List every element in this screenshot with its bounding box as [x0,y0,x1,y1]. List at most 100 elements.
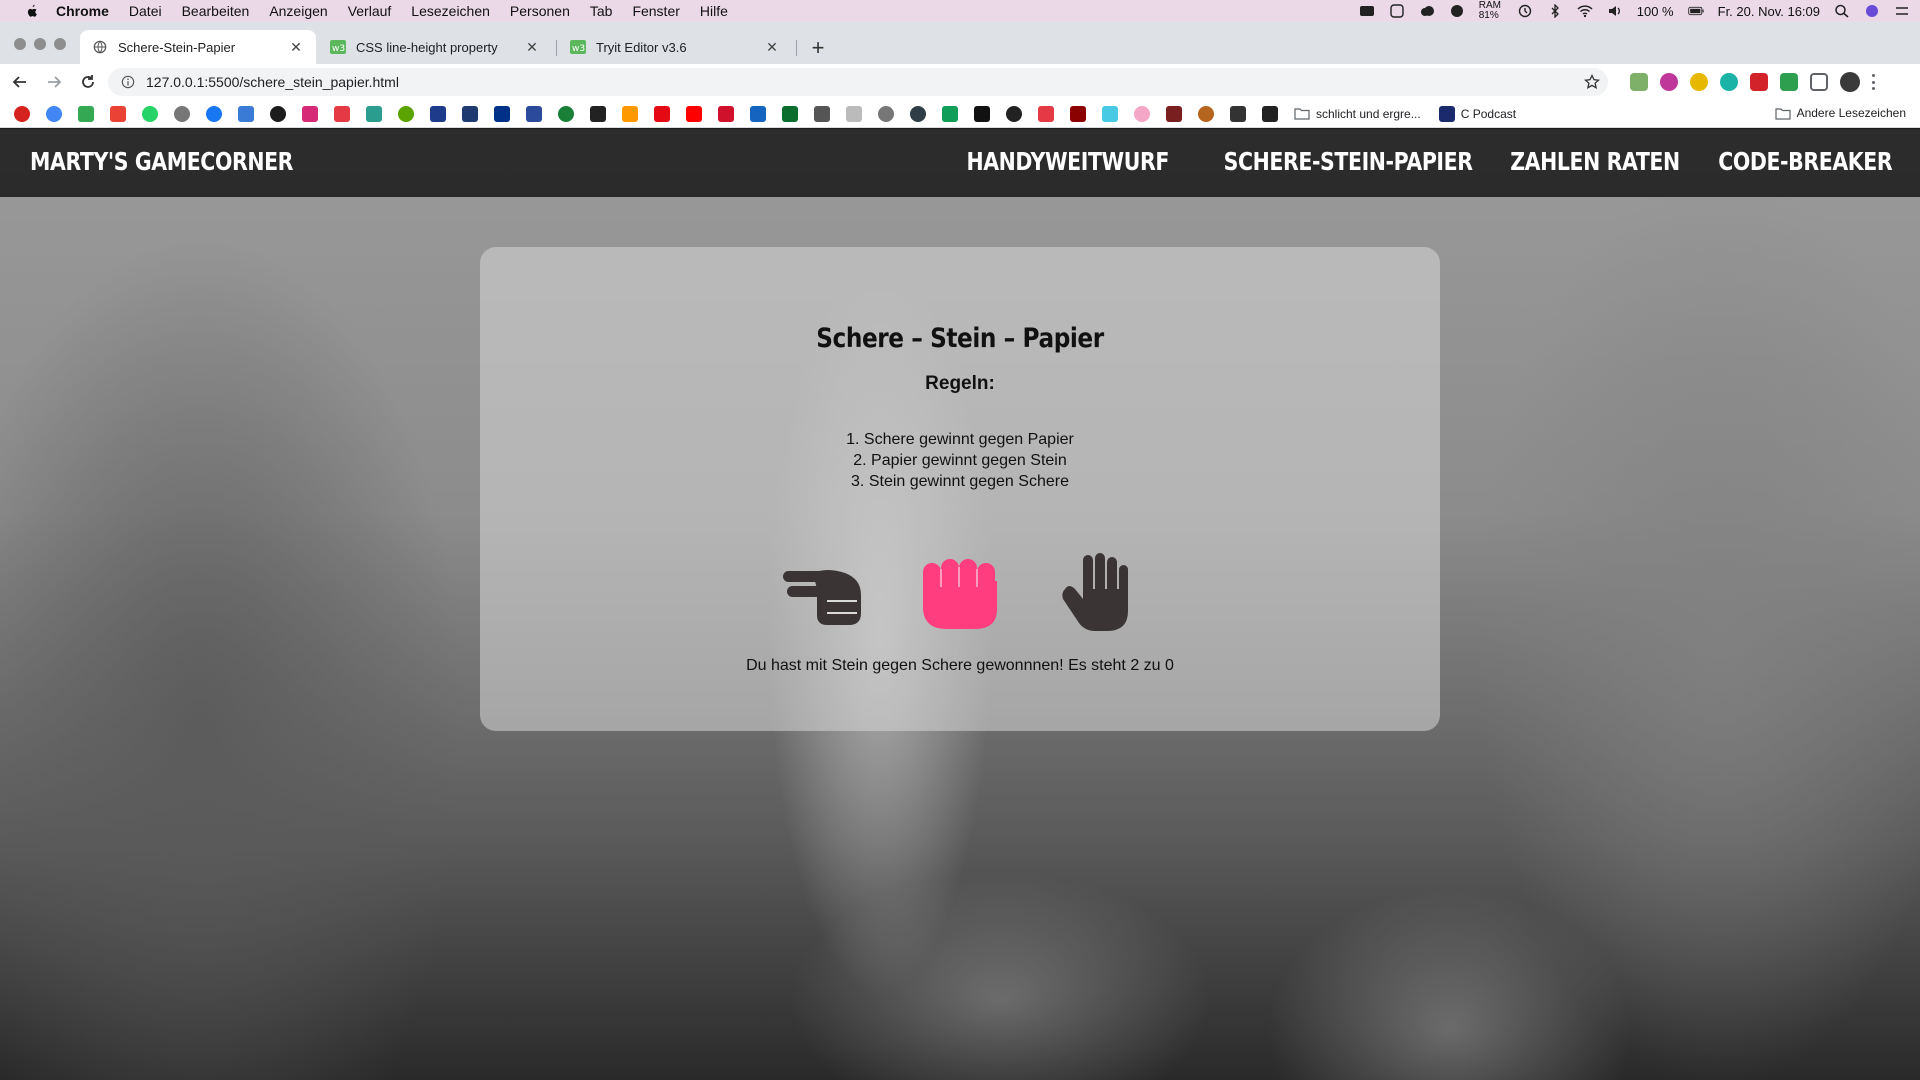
menu-tab[interactable]: Tab [590,3,613,19]
reload-icon[interactable] [74,68,102,96]
zoom-window-button[interactable] [54,38,66,50]
bookmark-goodreads-icon[interactable] [814,105,830,122]
clock[interactable]: Fr. 20. Nov. 16:09 [1718,4,1820,19]
screen-record-icon[interactable] [1359,4,1375,18]
bookmark-tumblr-icon[interactable] [270,105,286,122]
bookmark-infinity-icon[interactable] [750,105,766,122]
bookmark-we-icon[interactable] [974,105,990,122]
monitor-icon[interactable] [1449,4,1465,18]
more-menu-icon[interactable] [1872,74,1876,90]
bookmark-n-icon[interactable] [366,105,382,122]
menu-datei[interactable]: Datei [129,3,162,19]
bookmark-grid-icon[interactable] [526,105,542,122]
bookmark-maroon-icon[interactable] [1166,105,1182,122]
eyedropper-extension-icon[interactable] [1630,73,1648,91]
bookmark-link-icon[interactable] [238,105,254,122]
bookmark-drive-icon[interactable] [942,105,958,122]
bookmark-dark-red-icon[interactable] [1070,105,1086,122]
profile-avatar[interactable] [1840,72,1860,92]
cloud-icon[interactable] [1419,4,1435,18]
menu-bearbeiten[interactable]: Bearbeiten [182,3,250,19]
bookmark-swirl-icon[interactable] [398,105,414,122]
bookmark-star-icon[interactable] [1584,74,1600,90]
window-icon[interactable] [1389,4,1405,18]
nav-code-breaker[interactable]: CODE-BREAKER [1718,147,1892,176]
bookmark-apple-icon[interactable] [174,105,190,122]
bookmark-amazon-icon[interactable] [622,105,638,122]
bookmark-opera-icon[interactable] [14,105,30,122]
battery-percent[interactable]: 100 % [1637,4,1674,19]
m-extension-icon[interactable] [1720,73,1738,91]
address-bar[interactable]: 127.0.0.1:5500/schere_stein_papier.html [108,68,1608,96]
close-tab-icon[interactable]: ✕ [524,39,540,55]
bookmark-c-podcast[interactable]: C Podcast [1438,105,1516,122]
menu-personen[interactable]: Personen [510,3,570,19]
close-window-button[interactable] [14,38,26,50]
bluetooth-icon[interactable] [1547,4,1563,18]
new-tab-button[interactable]: + [806,35,830,60]
ram-indicator[interactable]: RAM 81% [1479,1,1503,21]
bookmark-facebook-icon[interactable] [206,105,222,122]
other-bookmarks[interactable]: Andere Lesezeichen [1774,106,1906,120]
menu-lesezeichen[interactable]: Lesezeichen [411,3,490,19]
rock-button[interactable] [917,549,1003,635]
puzzle-extensions-icon[interactable] [1810,73,1828,91]
bookmark-maps-icon[interactable] [78,105,94,122]
volume-icon[interactable] [1607,4,1623,18]
bookmark-cyan-icon[interactable] [1102,105,1118,122]
bookmark-gmail-icon[interactable] [110,105,126,122]
close-tab-icon[interactable]: ✕ [764,39,780,55]
bookmark-blue-square-icon[interactable] [430,105,446,122]
bookmark-dark-circle-icon[interactable] [910,105,926,122]
bookmark-instagram-icon[interactable] [302,105,318,122]
bookmark-chart-icon[interactable] [590,105,606,122]
bookmark-netflix-icon[interactable] [654,105,670,122]
menu-fenster[interactable]: Fenster [632,3,679,19]
menu-hilfe[interactable]: Hilfe [700,3,728,19]
minimize-window-button[interactable] [34,38,46,50]
shield-extension-icon[interactable] [1780,73,1798,91]
bookmark-folder-schlicht[interactable]: schlicht und ergre... [1294,107,1421,121]
scissors-button[interactable] [779,549,865,635]
bookmark-diamond-icon[interactable] [1230,105,1246,122]
close-tab-icon[interactable]: ✕ [288,39,304,55]
menu-verlauf[interactable]: Verlauf [348,3,392,19]
tab-tryit-editor[interactable]: w3 Tryit Editor v3.6 ✕ [558,30,792,64]
apple-logo-icon[interactable] [24,3,40,19]
bookmark-camera-icon[interactable] [782,105,798,122]
nav-handyweitwurf[interactable]: HANDYWEITWURF [967,147,1170,176]
spotlight-search-icon[interactable] [1834,4,1850,18]
bookmark-paypal-icon[interactable] [494,105,510,122]
bookmark-youtube-icon[interactable] [686,105,702,122]
color-extension-icon[interactable] [1660,73,1678,91]
bookmark-brown-icon[interactable] [1198,105,1214,122]
menu-anzeigen[interactable]: Anzeigen [269,3,327,19]
site-brand[interactable]: MARTY'S GAMECORNER [30,147,293,176]
bookmark-sk-icon[interactable] [1006,105,1022,122]
menu-app-name[interactable]: Chrome [56,3,109,19]
video-extension-icon[interactable] [1750,73,1768,91]
wifi-icon[interactable] [1577,4,1593,18]
forward-arrow-icon[interactable] [40,68,68,96]
bookmark-flame-icon[interactable] [334,105,350,122]
battery-icon[interactable] [1687,4,1704,18]
url-text[interactable]: 127.0.0.1:5500/schere_stein_papier.html [146,74,399,90]
time-machine-icon[interactable] [1517,4,1533,18]
nav-zahlen-raten[interactable]: ZAHLEN RATEN [1510,147,1680,176]
control-center-icon[interactable] [1894,4,1910,18]
bookmark-whatsapp-icon[interactable] [142,105,158,122]
bookmark-p-icon[interactable] [718,105,734,122]
bookmark-news-icon[interactable] [462,105,478,122]
chrome-extension-icon[interactable] [1690,73,1708,91]
tab-css-line-height[interactable]: w3 CSS line-height property ✕ [318,30,552,64]
bookmark-pink-icon[interactable] [1134,105,1150,122]
bookmark-google-icon[interactable] [46,105,62,122]
bookmark-grey-icon[interactable] [846,105,862,122]
siri-icon[interactable] [1864,4,1880,18]
bookmark-trophy-icon[interactable] [1262,105,1278,122]
paper-button[interactable] [1055,549,1141,635]
nav-schere-stein-papier[interactable]: SCHERE-STEIN-PAPIER [1224,147,1473,176]
bookmark-red-scribble-icon[interactable] [1038,105,1054,122]
back-arrow-icon[interactable] [6,68,34,96]
tab-schere-stein-papier[interactable]: Schere-Stein-Papier ✕ [80,30,316,64]
